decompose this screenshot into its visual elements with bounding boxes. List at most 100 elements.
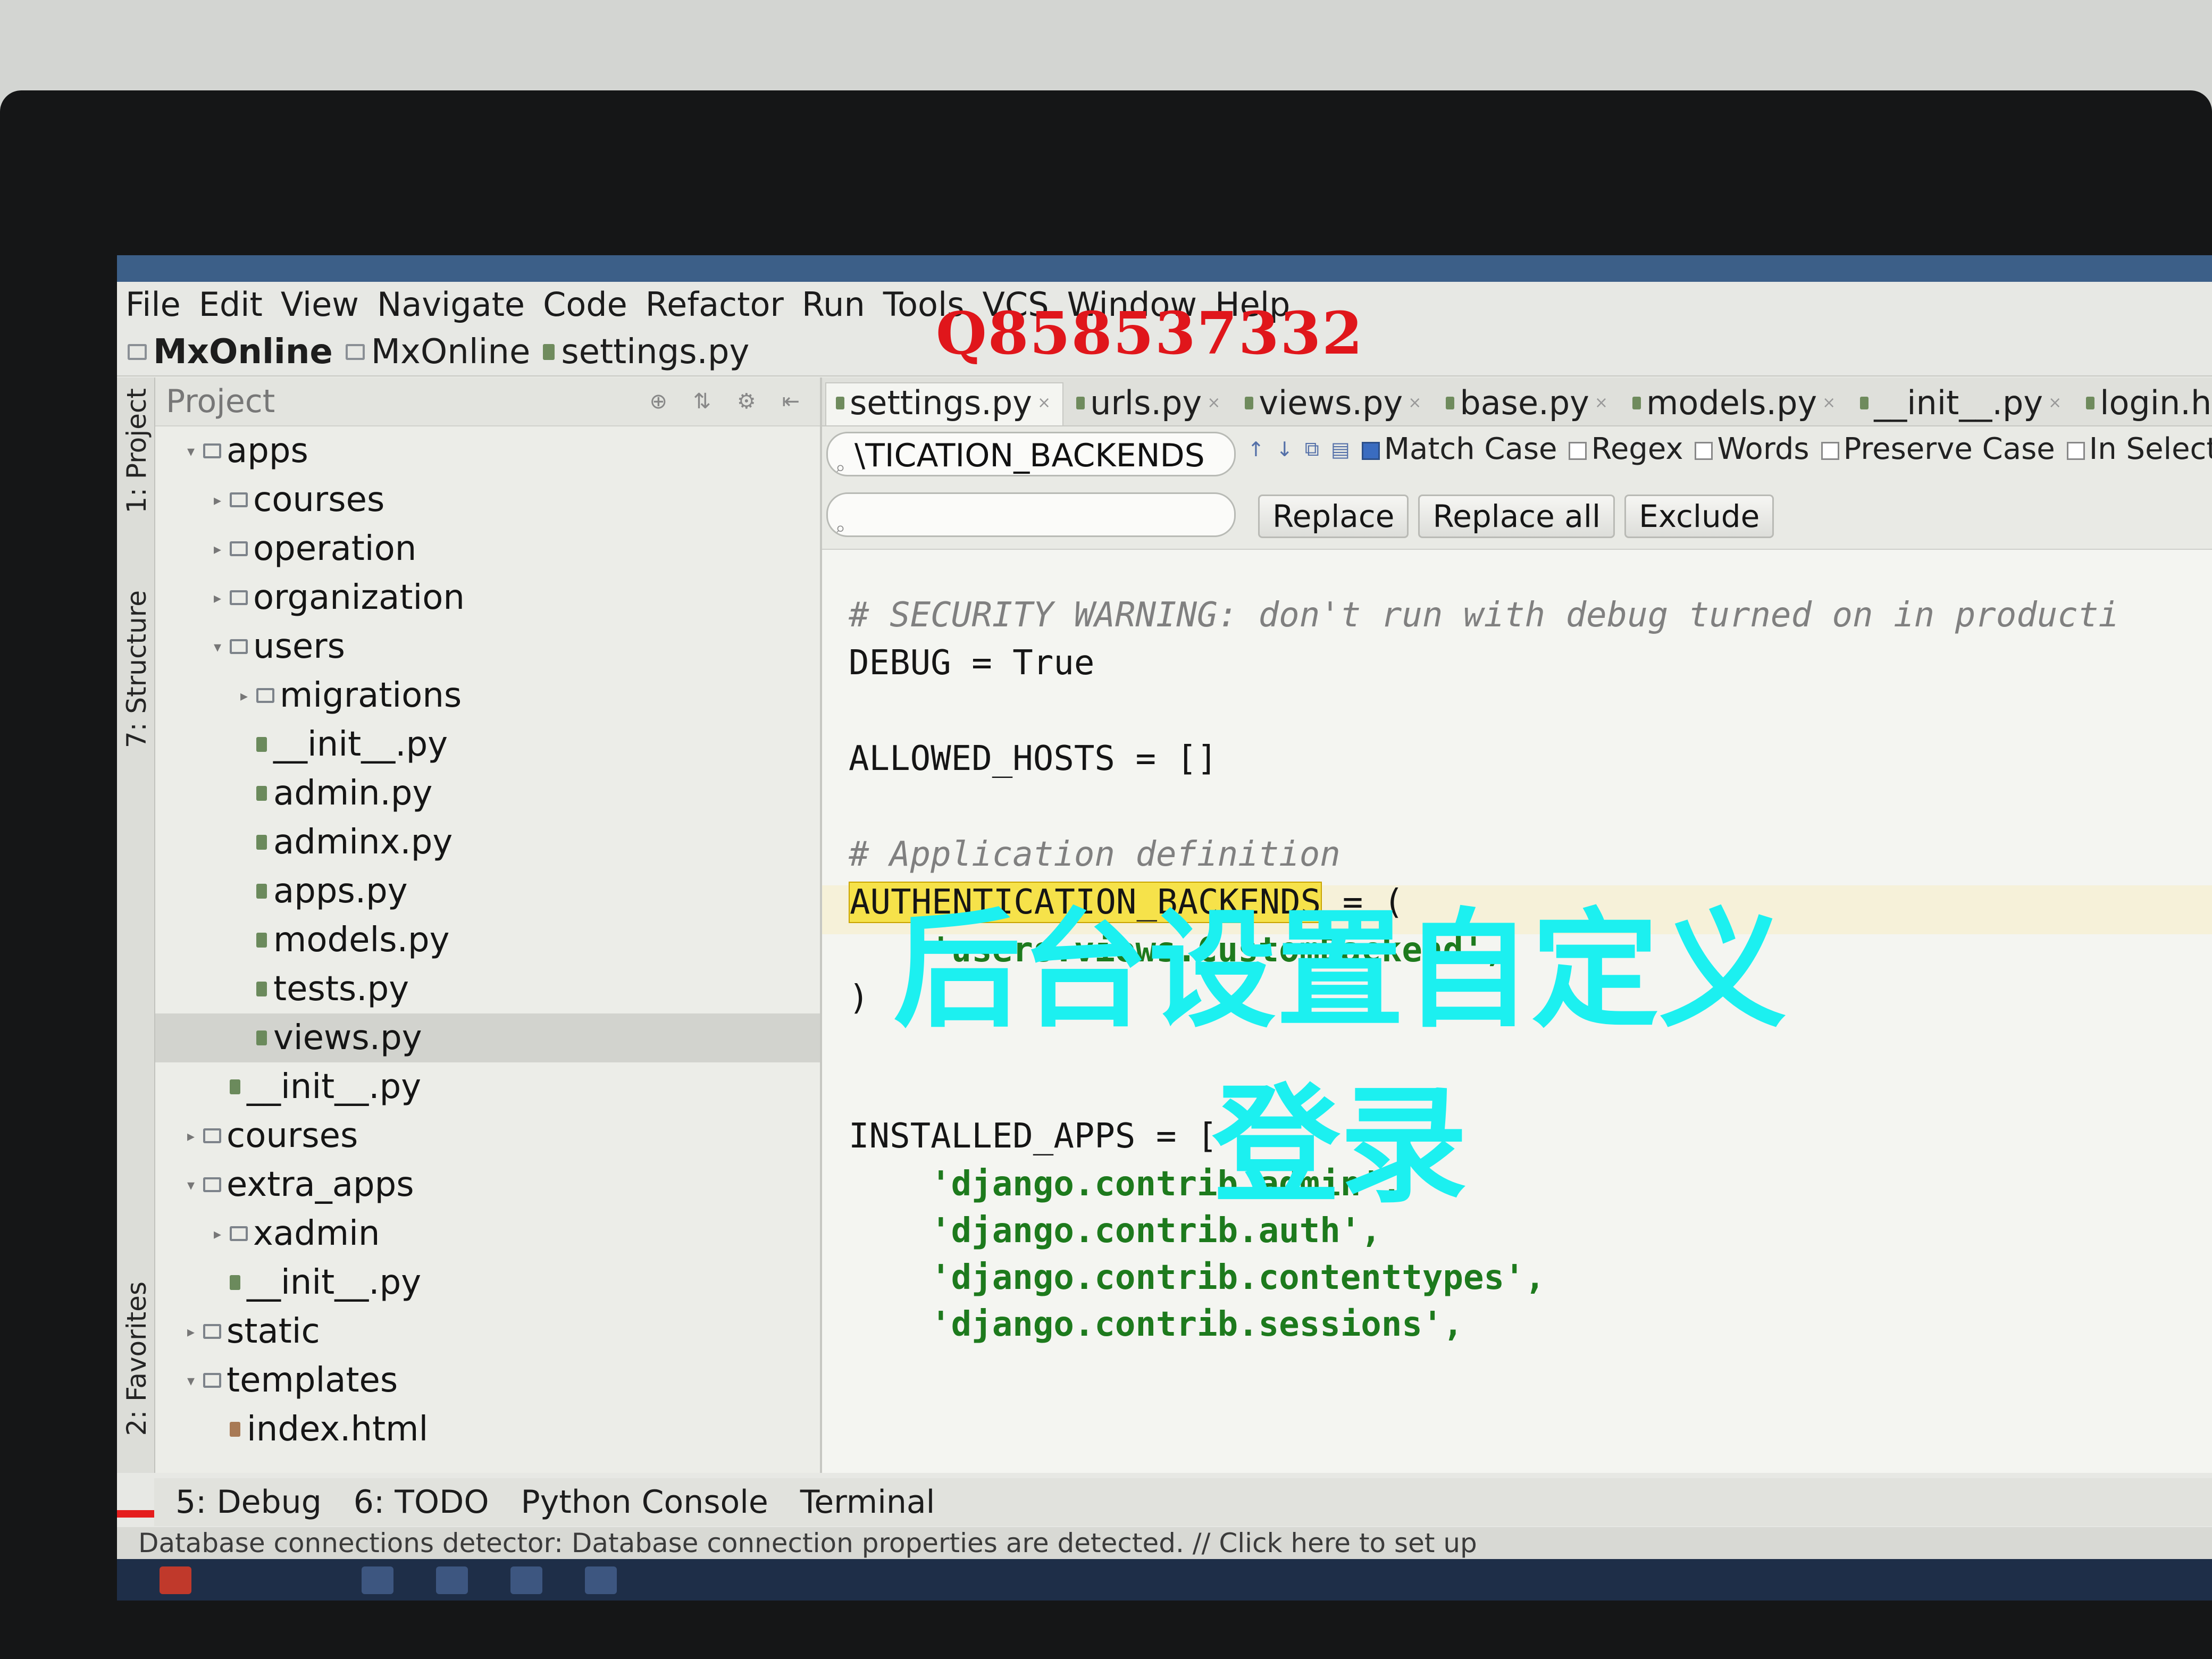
menu-file[interactable]: File bbox=[125, 285, 181, 324]
exclude-button[interactable]: Exclude bbox=[1624, 495, 1774, 538]
expand-arrow-icon[interactable]: ▸ bbox=[214, 589, 230, 607]
tree-item-label: apps bbox=[227, 431, 308, 471]
tree-item[interactable]: admin.py bbox=[155, 769, 820, 818]
tree-item[interactable]: ▸ organization bbox=[155, 573, 820, 622]
tree-item[interactable]: ▸ courses bbox=[155, 1111, 820, 1160]
expand-arrow-icon[interactable]: ▸ bbox=[187, 1127, 203, 1145]
close-icon[interactable]: × bbox=[1595, 393, 1608, 412]
expand-arrow-icon[interactable]: ▾ bbox=[214, 638, 230, 656]
editor-tab[interactable]: views.py × bbox=[1235, 383, 1433, 425]
expand-arrow-icon[interactable]: ▾ bbox=[187, 442, 203, 460]
tree-item-label: courses bbox=[227, 1116, 358, 1155]
folder-icon bbox=[230, 639, 248, 654]
tree-item[interactable]: __init__.py bbox=[155, 1258, 820, 1307]
taskbar-app-icon[interactable] bbox=[362, 1566, 393, 1594]
tool-python-console[interactable]: Python Console bbox=[521, 1484, 768, 1521]
replace-button[interactable]: Replace bbox=[1258, 495, 1409, 538]
filter-icon[interactable]: ⧉ bbox=[1305, 437, 1319, 461]
tree-item[interactable]: models.py bbox=[155, 916, 820, 965]
taskbar-app-icon[interactable] bbox=[510, 1566, 542, 1594]
tree-item[interactable]: ▾ users bbox=[155, 622, 820, 671]
tree-item[interactable]: ▸ migrations bbox=[155, 671, 820, 720]
replace-all-button[interactable]: Replace all bbox=[1418, 495, 1615, 538]
tool-todo[interactable]: 6: TODO bbox=[354, 1484, 489, 1521]
tree-item[interactable]: views.py bbox=[155, 1013, 820, 1062]
tree-item[interactable]: index.html bbox=[155, 1405, 820, 1454]
tree-item[interactable]: adminx.py bbox=[155, 818, 820, 867]
expand-arrow-icon[interactable]: ▸ bbox=[187, 1323, 203, 1340]
project-panel: Project ⊕ ⇅ ⚙ ⇤ ▾ apps ▸ courses ▸ operation ▸… bbox=[155, 378, 822, 1473]
tree-item[interactable]: ▾ extra_apps bbox=[155, 1160, 820, 1209]
tool-tab-favorites[interactable]: 2: Favorites bbox=[121, 1281, 152, 1436]
panel-tools-icon[interactable]: ⊕ ⇅ ⚙ ⇤ bbox=[649, 389, 809, 414]
find-option[interactable]: Match Case bbox=[1361, 432, 1557, 466]
expand-arrow-icon[interactable]: ▸ bbox=[214, 540, 230, 558]
checkbox[interactable] bbox=[1695, 441, 1713, 460]
tree-item[interactable]: ▸ static bbox=[155, 1307, 820, 1356]
pause-icon[interactable] bbox=[160, 1566, 191, 1594]
tree-item[interactable]: __init__.py bbox=[155, 720, 820, 769]
close-icon[interactable]: × bbox=[1408, 393, 1421, 412]
tree-item[interactable]: ▾ templates bbox=[155, 1356, 820, 1405]
checkbox[interactable] bbox=[1361, 441, 1380, 460]
editor-tab[interactable]: base.py × bbox=[1436, 383, 1620, 425]
close-icon[interactable]: × bbox=[1207, 393, 1220, 412]
expand-arrow-icon[interactable]: ▸ bbox=[214, 1225, 230, 1243]
folder-icon bbox=[230, 541, 248, 556]
tree-item[interactable]: ▸ operation bbox=[155, 524, 820, 573]
close-icon[interactable]: × bbox=[1822, 393, 1836, 412]
breadcrumb-label: MxOnline bbox=[371, 332, 531, 372]
find-option[interactable]: Words bbox=[1695, 432, 1809, 466]
breadcrumb-folder[interactable]: MxOnline bbox=[345, 332, 531, 372]
close-icon[interactable]: × bbox=[2048, 393, 2062, 412]
tree-item[interactable]: tests.py bbox=[155, 965, 820, 1013]
tool-terminal[interactable]: Terminal bbox=[800, 1484, 935, 1521]
editor-tab[interactable]: urls.py × bbox=[1067, 383, 1232, 425]
code-comment: # SECURITY WARNING: don't run with debug… bbox=[849, 596, 2119, 635]
expand-arrow-icon[interactable]: ▾ bbox=[187, 1176, 203, 1194]
expand-arrow-icon[interactable]: ▸ bbox=[240, 687, 256, 705]
find-option[interactable]: Regex bbox=[1569, 432, 1683, 466]
taskbar-app-icon[interactable] bbox=[585, 1566, 617, 1594]
menu-refactor[interactable]: Refactor bbox=[646, 285, 784, 324]
menu-navigate[interactable]: Navigate bbox=[377, 285, 525, 324]
tool-tab-structure[interactable]: 7: Structure bbox=[121, 590, 152, 748]
status-bar: Database connections detector: Database … bbox=[117, 1527, 2212, 1559]
menu-edit[interactable]: Edit bbox=[199, 285, 263, 324]
checkbox[interactable] bbox=[1569, 441, 1587, 460]
tree-item[interactable]: ▸ courses bbox=[155, 475, 820, 524]
next-occurrence-icon[interactable]: ↓ bbox=[1276, 438, 1293, 461]
select-all-icon[interactable]: ▤ bbox=[1331, 438, 1350, 461]
breadcrumb-project[interactable]: MxOnline bbox=[128, 332, 333, 372]
expand-arrow-icon[interactable]: ▸ bbox=[214, 491, 230, 509]
breadcrumb-file[interactable]: settings.py bbox=[543, 332, 749, 372]
checkbox[interactable] bbox=[1821, 441, 1839, 460]
editor-tab[interactable]: __init__.py × bbox=[1850, 383, 2073, 425]
checkbox[interactable] bbox=[2066, 441, 2085, 460]
menu-view[interactable]: View bbox=[281, 285, 359, 324]
folder-icon bbox=[203, 443, 221, 458]
replace-input[interactable]: ⌕ bbox=[826, 492, 1236, 537]
menu-code[interactable]: Code bbox=[543, 285, 627, 324]
python-file-icon bbox=[543, 344, 555, 360]
search-input[interactable]: ⌕ \TICATION_BACKENDS bbox=[826, 432, 1236, 476]
editor-tab[interactable]: models.py × bbox=[1623, 383, 1847, 425]
tree-item[interactable]: __init__.py bbox=[155, 1062, 820, 1111]
menu-run[interactable]: Run bbox=[802, 285, 865, 324]
find-option[interactable]: In Selectio bbox=[2066, 432, 2212, 466]
python-file-icon bbox=[230, 1079, 240, 1094]
editor-tab[interactable]: settings.py × bbox=[825, 382, 1064, 425]
expand-arrow-icon[interactable]: ▾ bbox=[187, 1372, 203, 1389]
tree-item[interactable]: ▾ apps bbox=[155, 426, 820, 475]
tree-item-label: extra_apps bbox=[227, 1165, 414, 1204]
editor-tab[interactable]: login.htm× bbox=[2076, 383, 2212, 425]
tool-tab-project[interactable]: 1: Project bbox=[121, 388, 152, 514]
tree-item[interactable]: apps.py bbox=[155, 867, 820, 916]
tree-item[interactable]: ▸ xadmin bbox=[155, 1209, 820, 1258]
taskbar-app-icon[interactable] bbox=[436, 1566, 468, 1594]
find-option[interactable]: Preserve Case bbox=[1821, 432, 2055, 466]
tool-debug[interactable]: 5: Debug bbox=[175, 1484, 322, 1521]
close-icon[interactable]: × bbox=[1037, 393, 1051, 412]
previous-occurrence-icon[interactable]: ↑ bbox=[1247, 438, 1264, 461]
project-panel-title[interactable]: Project bbox=[166, 383, 275, 420]
